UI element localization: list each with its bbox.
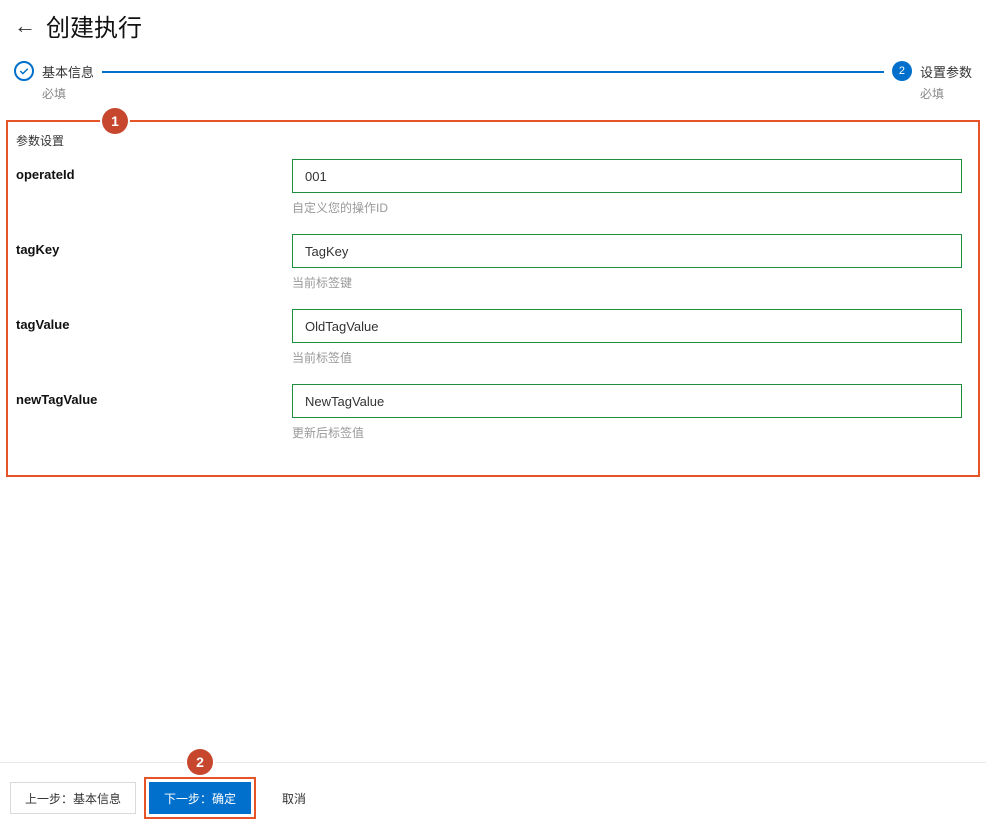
field-hint: 当前标签值 [292,349,962,366]
page-header: ← 创建执行 [0,0,986,61]
tag-value-input[interactable] [292,309,962,343]
step-indicator: 基本信息 必填 2 设置参数 必填 [0,61,986,120]
field-label: tagKey [16,234,292,257]
field-operate-id: operateId 自定义您的操作ID [16,159,970,228]
next-button-highlight: 2 下一步：确定 [144,777,256,819]
panel-title: 参数设置 [16,132,970,149]
new-tag-value-input[interactable] [292,384,962,418]
tag-key-input[interactable] [292,234,962,268]
field-hint: 自定义您的操作ID [292,199,962,216]
operate-id-input[interactable] [292,159,962,193]
step-basic-info[interactable]: 基本信息 必填 [14,61,94,102]
step-set-params[interactable]: 2 设置参数 必填 [892,61,972,102]
step-connector [102,71,884,73]
field-label: tagValue [16,309,292,332]
field-hint: 当前标签键 [292,274,962,291]
field-label: newTagValue [16,384,292,407]
annotation-badge-1: 1 [102,108,128,134]
field-new-tag-value: newTagValue 更新后标签值 [16,384,970,453]
params-panel: 1 参数设置 operateId 自定义您的操作ID tagKey 当前标签键 … [6,120,980,477]
page-title: 创建执行 [46,8,142,43]
annotation-badge-2: 2 [187,749,213,775]
field-label: operateId [16,159,292,182]
step-number-icon: 2 [892,61,912,81]
field-hint: 更新后标签值 [292,424,962,441]
footer-actions: 上一步：基本信息 2 下一步：确定 取消 [0,762,986,833]
step-sublabel: 必填 [42,85,94,102]
step-label: 基本信息 [42,62,94,81]
cancel-button[interactable]: 取消 [268,782,320,814]
step-label: 设置参数 [920,62,972,81]
step-sublabel: 必填 [920,85,972,102]
field-tag-key: tagKey 当前标签键 [16,234,970,303]
prev-button[interactable]: 上一步：基本信息 [10,782,136,814]
field-tag-value: tagValue 当前标签值 [16,309,970,378]
back-arrow-icon[interactable]: ← [14,15,36,37]
check-icon [14,61,34,81]
next-button[interactable]: 下一步：确定 [149,782,251,814]
